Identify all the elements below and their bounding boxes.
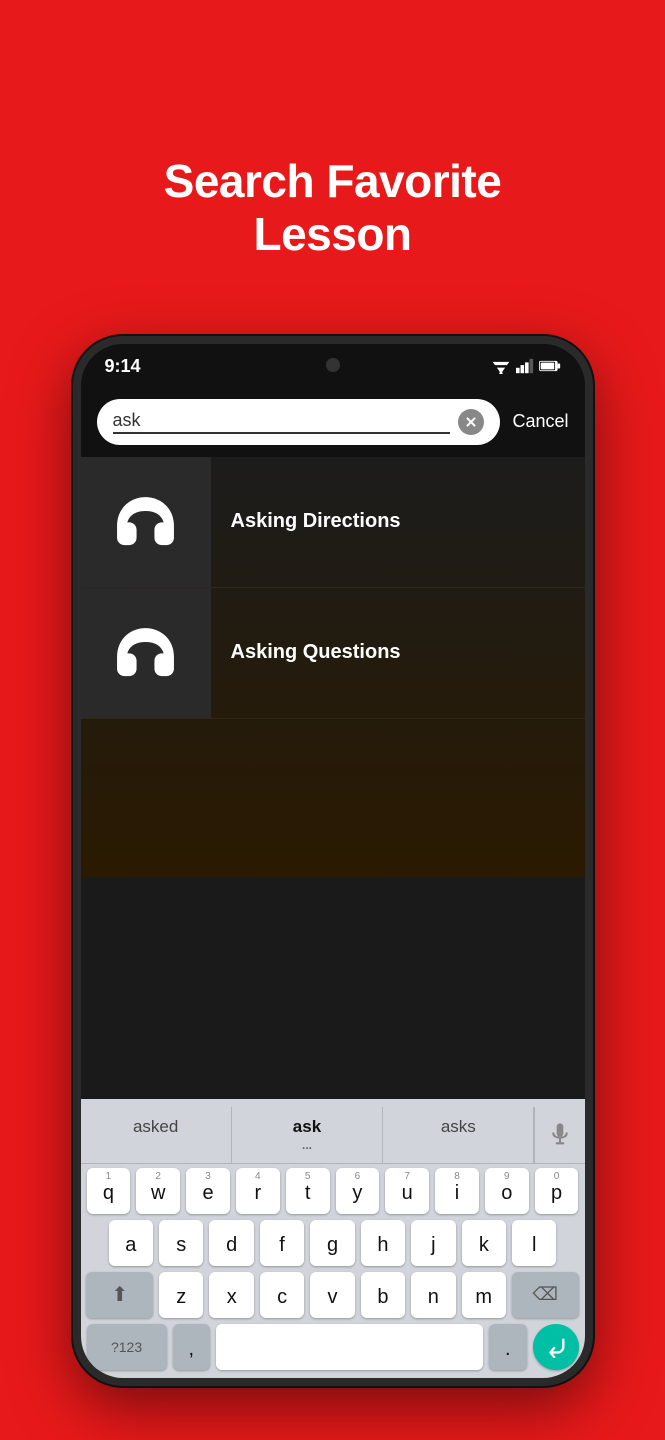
key-r[interactable]: 4r [236,1168,280,1214]
key-k[interactable]: k [462,1220,506,1266]
search-input-wrapper[interactable]: ask [97,399,501,445]
clear-button[interactable] [458,409,484,435]
key-i[interactable]: 8i [435,1168,479,1214]
autocomplete-asked[interactable]: asked [81,1107,232,1163]
phone-device: 9:14 [73,336,593,1386]
key-g[interactable]: g [310,1220,354,1266]
key-u[interactable]: 7u [385,1168,429,1214]
mic-icon [550,1123,570,1147]
result-item-1[interactable]: Asking Directions [81,457,585,588]
search-bar-container: ask Cancel [81,387,585,457]
status-time: 9:14 [105,356,141,377]
key-row-3: ⬆ z x c v b n m ⌫ [81,1272,585,1324]
result-thumb-2 [81,588,211,718]
key-y[interactable]: 6y [336,1168,380,1214]
result-label-1: Asking Directions [211,510,421,533]
key-s[interactable]: s [159,1220,203,1266]
headphones-icon-1 [113,489,178,554]
key-a[interactable]: a [109,1220,153,1266]
backspace-icon: ⌫ [532,1284,557,1305]
autocomplete-asks[interactable]: asks [383,1107,534,1163]
key-l[interactable]: l [512,1220,556,1266]
key-f[interactable]: f [260,1220,304,1266]
key-o[interactable]: 9o [485,1168,529,1214]
key-z[interactable]: z [159,1272,203,1318]
bottom-row: ?123 , . [81,1324,585,1378]
search-input[interactable]: ask [113,410,451,434]
status-icons [491,358,561,374]
key-j[interactable]: j [411,1220,455,1266]
key-n[interactable]: n [411,1272,455,1318]
mic-button[interactable] [534,1107,584,1163]
comma-key[interactable]: , [173,1324,210,1370]
phone-wrapper: 9:14 [0,336,665,1386]
cancel-button[interactable]: Cancel [512,411,568,432]
key-m[interactable]: m [462,1272,506,1318]
page-title: Search FavoriteLesson [0,75,665,301]
key-v[interactable]: v [310,1272,354,1318]
key-w[interactable]: 2w [136,1168,180,1214]
autocomplete-bar: asked ask ... asks [81,1107,585,1164]
key-t[interactable]: 5t [286,1168,330,1214]
signal-icon [516,358,534,374]
key-c[interactable]: c [260,1272,304,1318]
battery-icon [539,359,561,373]
symbols-key[interactable]: ?123 [87,1324,167,1370]
autocomplete-dots: ... [236,1139,378,1151]
keyboard: asked ask ... asks 1q 2w [81,1099,585,1378]
space-key[interactable] [216,1324,483,1370]
autocomplete-ask[interactable]: ask ... [232,1107,383,1163]
key-q[interactable]: 1q [87,1168,131,1214]
results-list: Asking Directions Asking Questions [81,457,585,877]
wifi-icon [491,358,511,374]
key-b[interactable]: b [361,1272,405,1318]
shift-key[interactable]: ⬆ [86,1272,153,1318]
headphones-icon-2 [113,620,178,685]
key-row-2: a s d f g h j k l [81,1220,585,1272]
shift-icon: ⬆ [111,1282,128,1307]
header-section: Search FavoriteLesson [0,0,665,336]
period-key[interactable]: . [489,1324,526,1370]
result-label-2: Asking Questions [211,641,421,664]
key-p[interactable]: 0p [535,1168,579,1214]
key-d[interactable]: d [209,1220,253,1266]
camera-notch [326,358,340,372]
status-bar: 9:14 [81,344,585,387]
enter-key[interactable] [533,1324,579,1370]
key-h[interactable]: h [361,1220,405,1266]
result-item-2[interactable]: Asking Questions [81,588,585,719]
backspace-key[interactable]: ⌫ [512,1272,579,1318]
key-x[interactable]: x [209,1272,253,1318]
key-row-1: 1q 2w 3e 4r 5t 6y 7u 8i 9o 0p [81,1168,585,1220]
key-e[interactable]: 3e [186,1168,230,1214]
symbols-label: ?123 [111,1339,142,1355]
enter-icon [545,1336,567,1358]
result-thumb-1 [81,457,211,587]
